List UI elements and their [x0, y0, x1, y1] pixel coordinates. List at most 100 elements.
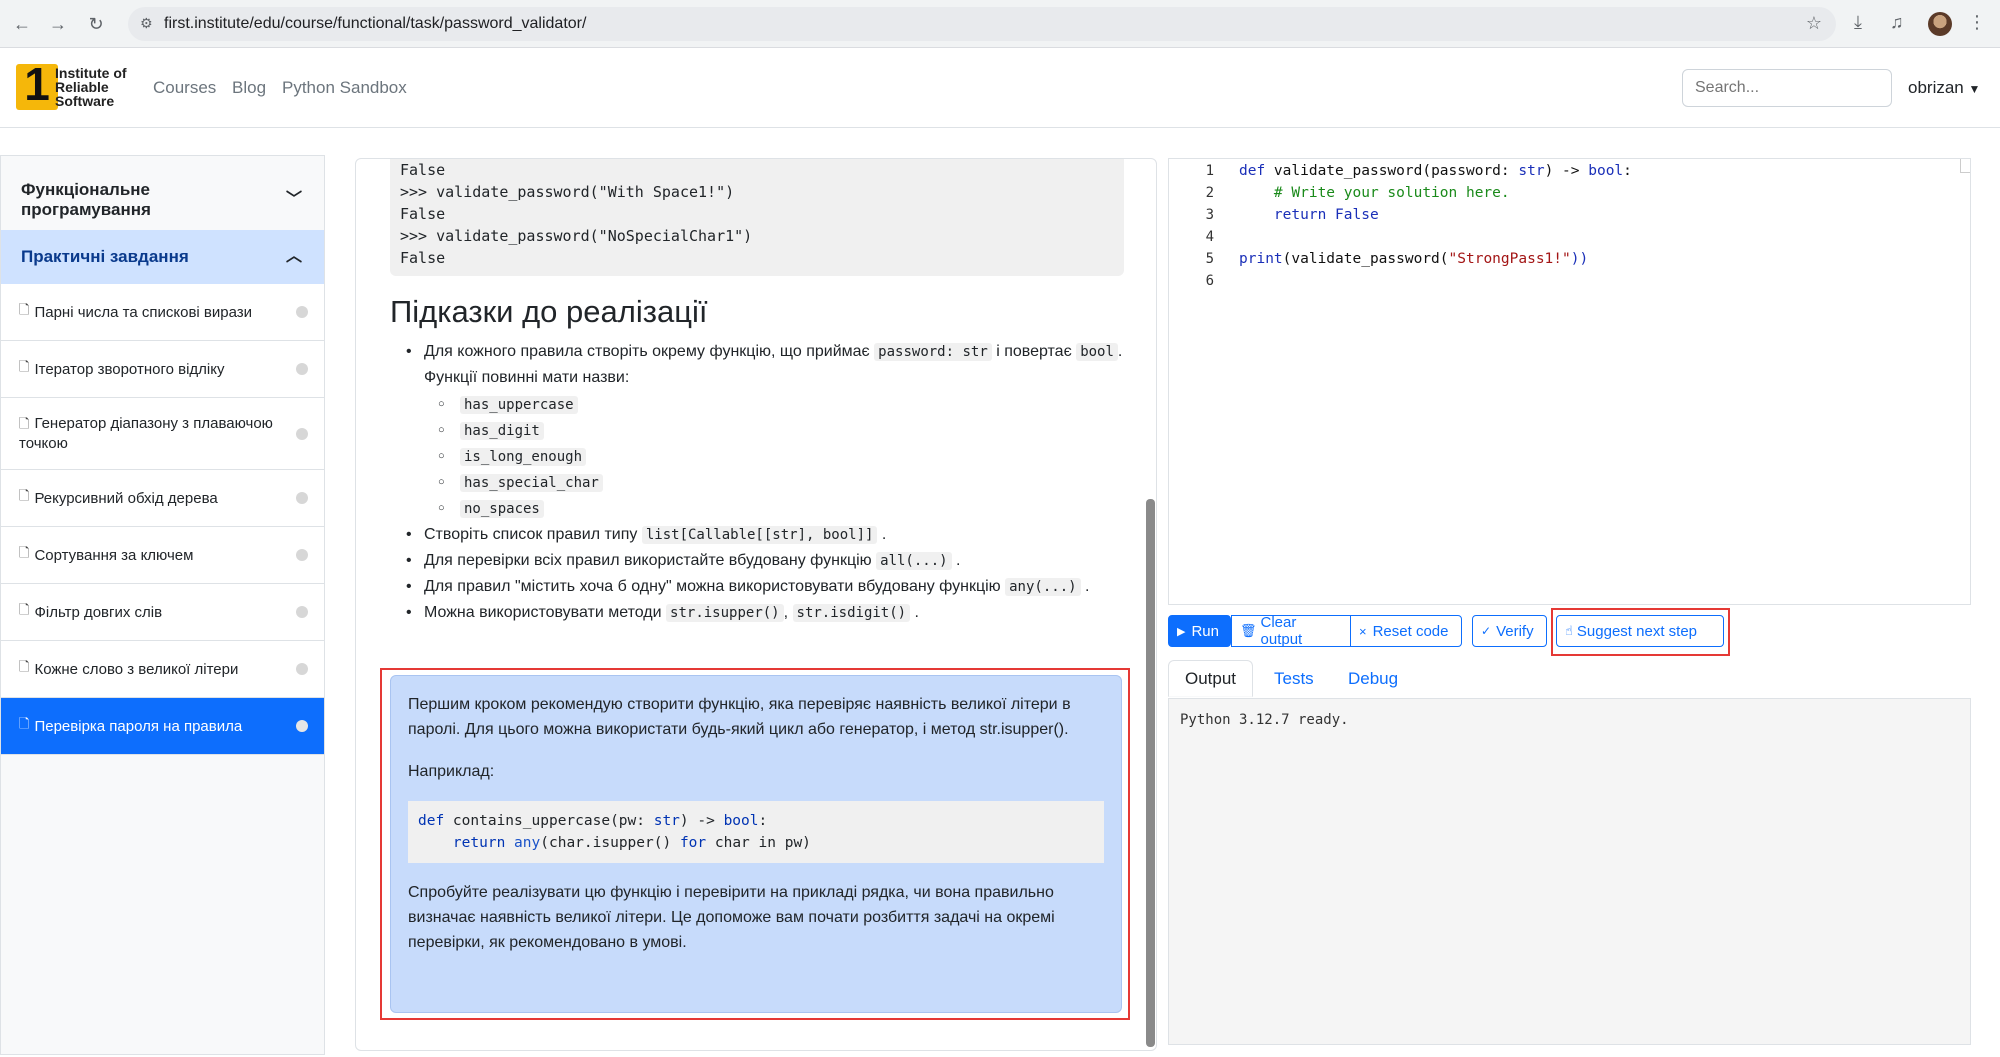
line-number: 6 — [1205, 273, 1214, 289]
logo-text[interactable]: Institute of Reliable Software — [55, 66, 145, 108]
menu-icon[interactable]: ⋮ — [1968, 12, 1986, 33]
back-icon[interactable]: ← — [10, 12, 34, 36]
verify-button[interactable]: ✓ Verify — [1472, 615, 1547, 647]
function-name-item: has_uppercase — [390, 392, 1130, 418]
hint-text: . — [881, 526, 887, 543]
inline-code: no_spaces — [460, 500, 544, 518]
reset-code-button[interactable]: × Reset code — [1350, 615, 1462, 647]
code-line[interactable]: return False — [1239, 207, 1379, 223]
output-pane: Python 3.12.7 ready. — [1168, 698, 1971, 1045]
inline-code: password: str — [874, 343, 992, 361]
task-item[interactable]: 🗋 Сортування за ключем — [1, 527, 324, 584]
hint-text: Для перевірки всіх правил використайте в… — [424, 552, 872, 569]
code-token: "StrongPass1!" — [1448, 251, 1571, 267]
caret-down-icon: ▼ — [1968, 82, 1981, 96]
reload-icon[interactable]: ↻ — [84, 12, 108, 36]
profile-avatar[interactable] — [1928, 12, 1952, 36]
inline-code: all(...) — [876, 552, 952, 570]
username-label: obrizan — [1908, 78, 1964, 97]
code-token: validate_password(password: — [1265, 163, 1519, 179]
status-dot — [296, 363, 308, 375]
line-number: 2 — [1205, 185, 1214, 201]
tab-output[interactable]: Output — [1168, 660, 1254, 697]
logo-number[interactable]: 1 — [16, 58, 58, 110]
address-bar[interactable]: ⚙ first.institute/edu/course/functional/… — [128, 7, 1836, 41]
site-info-icon[interactable]: ⚙ — [140, 15, 153, 32]
task-item[interactable]: 🗋 Фільтр довгих слів — [1, 584, 324, 641]
task-item[interactable]: 🗋 Ітератор зворотного відліку — [1, 341, 324, 398]
logo-line: Software — [55, 93, 115, 109]
task-item[interactable]: 🗋 Парні числа та спискові вирази — [1, 284, 324, 341]
browser-toolbar: ← → ↻ ⚙ first.institute/edu/course/funct… — [0, 0, 2000, 48]
forward-icon[interactable]: → — [46, 12, 70, 36]
line-number: 5 — [1205, 251, 1214, 267]
document-icon: 🗋 — [19, 716, 30, 731]
nav-python-sandbox[interactable]: Python Sandbox — [282, 78, 407, 98]
url-text[interactable]: first.institute/edu/course/functional/ta… — [164, 15, 586, 33]
code-line[interactable]: print(validate_password("StrongPass1!")) — [1239, 251, 1588, 267]
status-dot — [296, 663, 308, 675]
inline-code: has_digit — [460, 422, 544, 440]
logo-line: Reliable — [55, 79, 109, 95]
output-text: Python 3.12.7 ready. — [1180, 712, 1349, 728]
user-menu[interactable]: obrizan ▼ — [1908, 78, 1980, 98]
section-title: Практичні завдання — [21, 247, 189, 266]
code-line: False — [400, 249, 446, 267]
hint-item: Для перевірки всіх правил використайте в… — [390, 548, 1130, 574]
task-label: Рекурсивний обхід дерева — [34, 489, 218, 507]
task-item[interactable]: 🗋 Рекурсивний обхід дерева — [1, 470, 324, 527]
code-token: print — [1239, 251, 1283, 267]
task-item-active[interactable]: 🗋 Перевірка пароля на правила — [1, 698, 324, 755]
run-button[interactable]: ▶ Run — [1168, 615, 1231, 647]
site-header: 1 Institute of Reliable Software Courses… — [0, 48, 2000, 128]
code-line[interactable]: def validate_password(password: str) -> … — [1239, 163, 1632, 179]
inline-code: any(...) — [1005, 578, 1081, 596]
line-number: 4 — [1205, 229, 1214, 245]
task-label: Фільтр довгих слів — [34, 603, 163, 621]
suggestion-highlight-frame — [380, 668, 1130, 1020]
button-label: Verify — [1496, 622, 1534, 640]
code-token: )) — [1570, 251, 1589, 267]
inline-code: str.isdigit() — [792, 604, 911, 622]
task-item[interactable]: 🗋 Кожне слово з великої літери — [1, 641, 324, 698]
function-name-item: has_special_char — [390, 470, 1130, 496]
section-practical-tasks[interactable]: Практичні завдання ︿ — [1, 230, 324, 284]
function-name-item: no_spaces — [390, 496, 1130, 522]
clear-output-button[interactable]: 🗑 Clear output — [1231, 614, 1351, 648]
content-scrollbar[interactable] — [1146, 499, 1155, 1047]
hint-item: Можна використовувати методи str.isupper… — [390, 600, 1130, 626]
logo-line: Institute of — [55, 65, 127, 81]
section-functional-programming[interactable]: Функціональне програмування ﹀ — [1, 170, 324, 230]
hint-text: Для кожного правила створіть окрему функ… — [424, 343, 870, 360]
task-label: Кожне слово з великої літери — [34, 660, 239, 678]
media-icon[interactable]: ♫ — [1890, 12, 1904, 33]
nav-blog[interactable]: Blog — [232, 78, 266, 98]
code-editor[interactable]: 1 2 3 4 5 6 def validate_password(passwo… — [1168, 158, 1971, 605]
editor-scrollbar[interactable] — [1960, 159, 1970, 173]
document-icon: 🗋 — [19, 488, 30, 503]
inline-code: is_long_enough — [460, 448, 587, 466]
tab-tests[interactable]: Tests — [1258, 660, 1330, 697]
hint-text: Створіть список правил типу — [424, 526, 638, 543]
nav-courses[interactable]: Courses — [153, 78, 216, 98]
suggest-button-highlight-frame — [1551, 608, 1730, 656]
download-icon[interactable]: ⤓ — [1854, 12, 1862, 33]
code-token: bool — [1588, 163, 1624, 179]
hint-item: Створіть список правил типу list[Callabl… — [390, 522, 1130, 548]
task-label: Ітератор зворотного відліку — [34, 360, 225, 378]
bookmark-star-icon[interactable]: ☆ — [1806, 13, 1822, 34]
tab-debug[interactable]: Debug — [1332, 660, 1414, 697]
code-line[interactable]: # Write your solution here. — [1239, 185, 1510, 201]
function-name-item: has_digit — [390, 418, 1130, 444]
task-item[interactable]: 🗋 Генератор діапазону з плаваючою точкою — [1, 398, 324, 470]
hint-text: , — [783, 604, 789, 621]
hints-list: Для кожного правила створіть окрему функ… — [390, 339, 1130, 626]
line-number: 3 — [1205, 207, 1214, 223]
hint-item: Для правил "містить хоча б одну" можна в… — [390, 574, 1130, 600]
status-dot — [296, 306, 308, 318]
search-input[interactable] — [1682, 69, 1892, 107]
hint-text: . — [1085, 578, 1090, 595]
check-icon: ✓ — [1481, 624, 1492, 638]
hint-text: і повертає — [996, 343, 1072, 360]
